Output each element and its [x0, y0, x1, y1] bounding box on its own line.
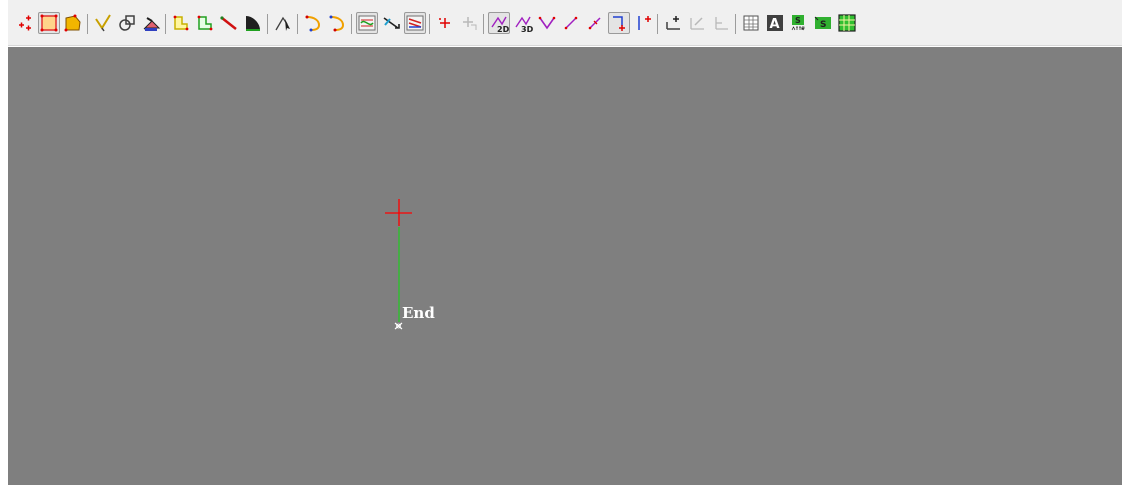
toolbar-separator — [735, 14, 736, 34]
toolbar-separator — [657, 14, 658, 34]
vertex-v-icon[interactable] — [536, 12, 558, 34]
drawing-canvas[interactable]: End — [8, 47, 1122, 485]
cut-line-icon[interactable] — [92, 12, 114, 34]
line-red-icon[interactable] — [218, 12, 240, 34]
vertical-add-icon[interactable] — [632, 12, 654, 34]
polyline-green-icon[interactable] — [194, 12, 216, 34]
axis-edit-disabled-icon — [686, 12, 708, 34]
toolbar-separator — [165, 14, 166, 34]
cursor-crosshair — [385, 199, 412, 226]
cross-disabled-icon — [458, 12, 480, 34]
svg-text:3D: 3D — [521, 25, 533, 33]
end-label: End — [402, 304, 435, 322]
axis-disabled-icon — [710, 12, 732, 34]
app-window: 2D 3D A S S End — [0, 0, 1122, 489]
svg-text:A: A — [770, 17, 780, 32]
cross-add-icon[interactable] — [434, 12, 456, 34]
toolbar-separator — [87, 14, 88, 34]
point-insert-icon[interactable] — [14, 12, 36, 34]
svg-text:2D: 2D — [497, 25, 509, 33]
svg-text:S: S — [820, 20, 826, 30]
slope-line-icon[interactable] — [560, 12, 582, 34]
toolbar-separator — [429, 14, 430, 34]
axis-add-icon[interactable] — [662, 12, 684, 34]
toolbar: 2D 3D A S S — [8, 0, 1122, 46]
mode-3d-icon[interactable]: 3D — [512, 12, 534, 34]
text-a-icon[interactable]: A — [764, 12, 786, 34]
attr-icon[interactable]: S — [788, 12, 810, 34]
fill-shape-icon[interactable] — [242, 12, 264, 34]
layer-toggle-icon[interactable] — [404, 12, 426, 34]
arc-reverse-icon[interactable] — [326, 12, 348, 34]
polyline-yellow-icon[interactable] — [170, 12, 192, 34]
toolbar-separator — [483, 14, 484, 34]
snap-toggle-icon[interactable] — [356, 12, 378, 34]
toolbar-strip: 2D 3D A S S — [14, 8, 1114, 38]
table-icon[interactable] — [740, 12, 762, 34]
toolbar-separator — [267, 14, 268, 34]
arc-forward-icon[interactable] — [302, 12, 324, 34]
toolbar-separator — [351, 14, 352, 34]
fill-bucket-icon[interactable] — [140, 12, 162, 34]
svg-text:S: S — [795, 16, 801, 25]
layer-s-icon[interactable]: S — [812, 12, 834, 34]
arrow-swap-icon[interactable] — [380, 12, 402, 34]
shape-merge-icon[interactable] — [116, 12, 138, 34]
corner-add-icon[interactable] — [608, 12, 630, 34]
mode-2d-icon[interactable]: 2D — [488, 12, 510, 34]
toolbar-separator — [297, 14, 298, 34]
end-point-marker — [394, 322, 403, 330]
polygon-fill-icon[interactable] — [62, 12, 84, 34]
cursor-select-icon[interactable] — [272, 12, 294, 34]
polygon-select-icon[interactable] — [38, 12, 60, 34]
grid-icon[interactable] — [836, 12, 858, 34]
slope-line2-icon[interactable] — [584, 12, 606, 34]
